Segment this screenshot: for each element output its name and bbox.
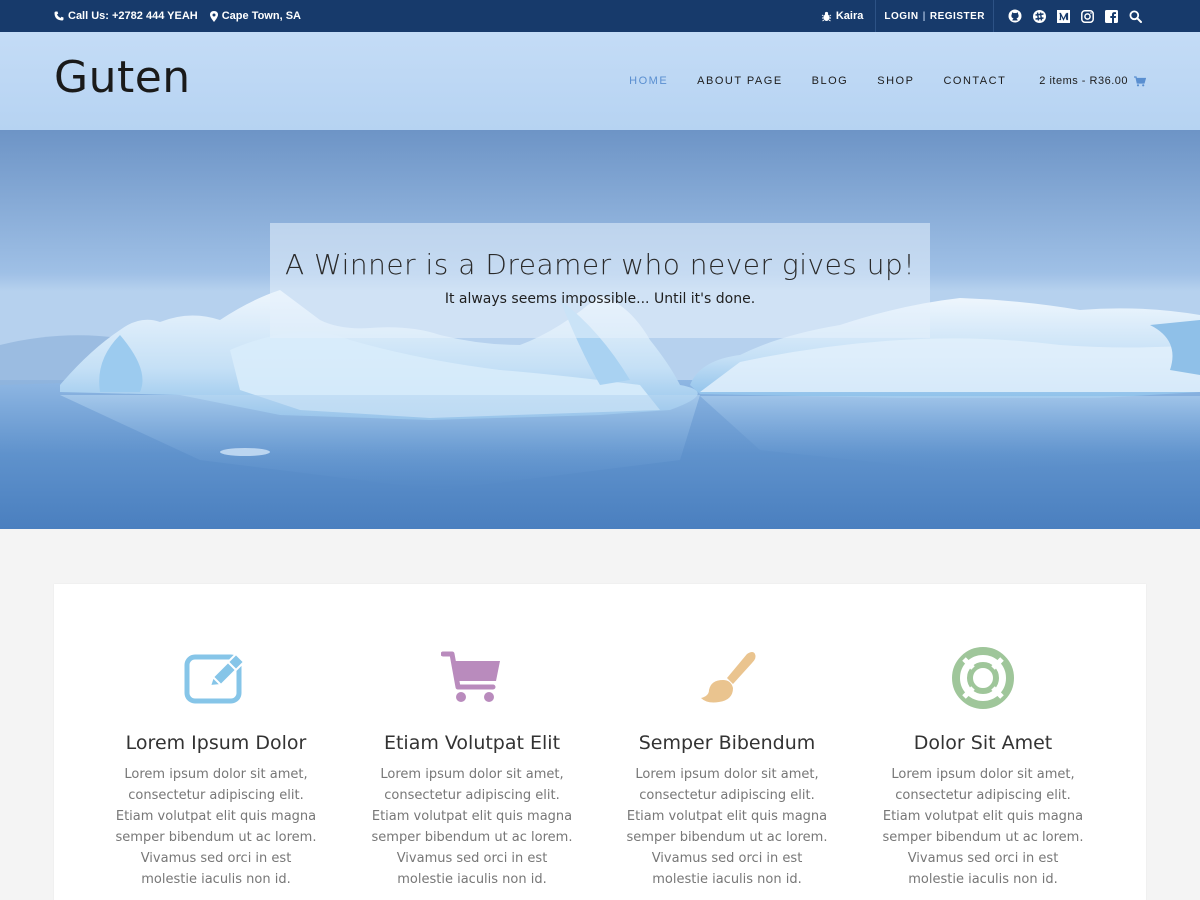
feature-title: Lorem Ipsum Dolor: [125, 732, 307, 754]
hero-banner: A Winner is a Dreamer who never gives up…: [0, 130, 1200, 529]
facebook-icon[interactable]: [1104, 9, 1118, 23]
account-links: LOGIN | REGISTER: [876, 0, 994, 32]
feature-text: Lorem ipsum dolor sit amet, consectetur …: [882, 767, 1084, 887]
site-logo[interactable]: Guten: [54, 52, 191, 103]
site-header: Guten HOME ABOUT PAGE BLOG SHOP CONTACT …: [0, 32, 1200, 130]
instagram-icon[interactable]: [1080, 9, 1094, 23]
hero-subtitle: It always seems impossible... Until it's…: [444, 291, 756, 307]
kaira-link[interactable]: Kaira: [821, 0, 877, 32]
feature-text: Lorem ipsum dolor sit amet, consectetur …: [115, 767, 317, 887]
location-text: Cape Town, SA: [221, 10, 301, 22]
map-marker-icon: [209, 10, 218, 22]
edit-icon: [183, 648, 249, 708]
nav-about-page[interactable]: ABOUT PAGE: [697, 75, 783, 87]
github-icon[interactable]: [1008, 9, 1022, 23]
phone-text: Call Us: +2782 444 YEAH: [68, 10, 198, 22]
features-section: Lorem Ipsum Dolor Lorem ipsum dolor sit …: [54, 584, 1146, 900]
top-bar-right: Kaira LOGIN | REGISTER: [821, 0, 1142, 32]
login-separator: |: [922, 10, 926, 22]
nav-home[interactable]: HOME: [629, 75, 668, 87]
cart-summary: 2 items - R36.00: [1039, 75, 1128, 87]
medium-icon[interactable]: [1056, 9, 1070, 23]
phone-icon: [54, 11, 64, 21]
top-bar: Call Us: +2782 444 YEAH Cape Town, SA Ka…: [0, 0, 1200, 32]
main-nav: HOME ABOUT PAGE BLOG SHOP CONTACT 2 item…: [629, 32, 1146, 130]
register-link[interactable]: REGISTER: [930, 11, 985, 22]
bug-icon: [821, 11, 832, 21]
phone-info[interactable]: Call Us: +2782 444 YEAH: [54, 10, 198, 22]
contact-info: Call Us: +2782 444 YEAH Cape Town, SA: [54, 0, 301, 32]
login-link[interactable]: LOGIN: [884, 11, 918, 22]
hero-caption: A Winner is a Dreamer who never gives up…: [270, 223, 930, 338]
cart-icon: [439, 648, 505, 708]
nav-contact[interactable]: CONTACT: [943, 75, 1006, 87]
shopping-cart-icon: [1134, 75, 1146, 86]
slack-icon[interactable]: [1032, 9, 1046, 23]
location-info: Cape Town, SA: [209, 10, 301, 22]
nav-shop[interactable]: SHOP: [877, 75, 914, 87]
nav-blog[interactable]: BLOG: [812, 75, 849, 87]
social-links: [1008, 9, 1142, 23]
feature-title: Etiam Volutpat Elit: [383, 732, 561, 754]
search-icon[interactable]: [1128, 9, 1142, 23]
paintbrush-icon: [694, 648, 760, 708]
kaira-text: Kaira: [835, 10, 864, 22]
feature-text: Lorem ipsum dolor sit amet, consectetur …: [626, 767, 828, 887]
feature-title: Semper Bibendum: [638, 732, 816, 754]
life-ring-icon: [950, 647, 1016, 709]
feature-title: Dolor Sit Amet: [913, 732, 1053, 754]
feature-text: Lorem ipsum dolor sit amet, consectetur …: [371, 767, 573, 887]
cart-link[interactable]: 2 items - R36.00: [1039, 75, 1146, 87]
hero-title: A Winner is a Dreamer who never gives up…: [284, 248, 916, 281]
